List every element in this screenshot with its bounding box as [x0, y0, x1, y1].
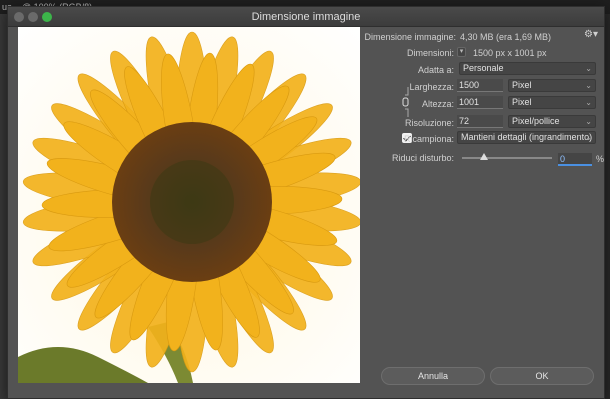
dialog-titlebar: Dimensione immagine: [8, 7, 604, 27]
resolution-input[interactable]: 72: [457, 115, 503, 128]
resample-select[interactable]: Mantieni dettagli (ingrandimento) ⌄: [457, 131, 596, 144]
fit-select[interactable]: Personale ⌄: [459, 62, 596, 75]
resolution-unit-select[interactable]: Pixel/pollice ⌄: [508, 115, 596, 128]
sunflower-image: [18, 27, 360, 383]
noise-unit: %: [596, 154, 605, 164]
noise-label: Riduci disturbo:: [391, 153, 454, 163]
resample-label: Ricampiona:: [403, 134, 454, 144]
noise-input[interactable]: 0: [558, 153, 592, 166]
ok-button[interactable]: OK: [490, 367, 594, 385]
resolution-label: Risoluzione:: [404, 118, 454, 128]
image-size-value: 4,30 MB (era 1,69 MB): [460, 32, 552, 42]
image-size-label: Dimensione immagine:: [364, 32, 456, 42]
dimensions-label: Dimensioni:: [406, 48, 454, 58]
noise-slider-thumb[interactable]: [480, 153, 488, 160]
chevron-down-icon: ⌄: [585, 98, 592, 107]
chevron-down-icon: ⌄: [585, 133, 592, 142]
dimensions-value: 1500 px x 1001 px: [473, 48, 547, 58]
dimensions-unit-dropdown[interactable]: ▾: [457, 47, 466, 57]
cancel-button[interactable]: Annulla: [381, 367, 485, 385]
height-unit-select[interactable]: Pixel ⌄: [508, 96, 596, 109]
chevron-down-icon: ⌄: [585, 81, 592, 90]
height-input[interactable]: 1001: [457, 96, 503, 109]
chevron-down-icon: ⌄: [585, 64, 592, 73]
image-size-dialog: Dimensione immagine Dimensione immagine:…: [7, 6, 605, 399]
chevron-down-icon: ⌄: [585, 117, 592, 126]
dialog-title: Dimensione immagine: [251, 11, 361, 23]
noise-slider-track[interactable]: [462, 157, 552, 159]
width-input[interactable]: 1500: [457, 79, 503, 92]
width-label: Larghezza:: [409, 82, 454, 92]
gear-icon[interactable]: ⚙▾: [584, 29, 598, 40]
fit-label: Adatta a:: [417, 65, 454, 75]
width-unit-select[interactable]: Pixel ⌄: [508, 79, 596, 92]
image-preview[interactable]: [18, 27, 360, 383]
height-label: Altezza:: [421, 99, 454, 109]
